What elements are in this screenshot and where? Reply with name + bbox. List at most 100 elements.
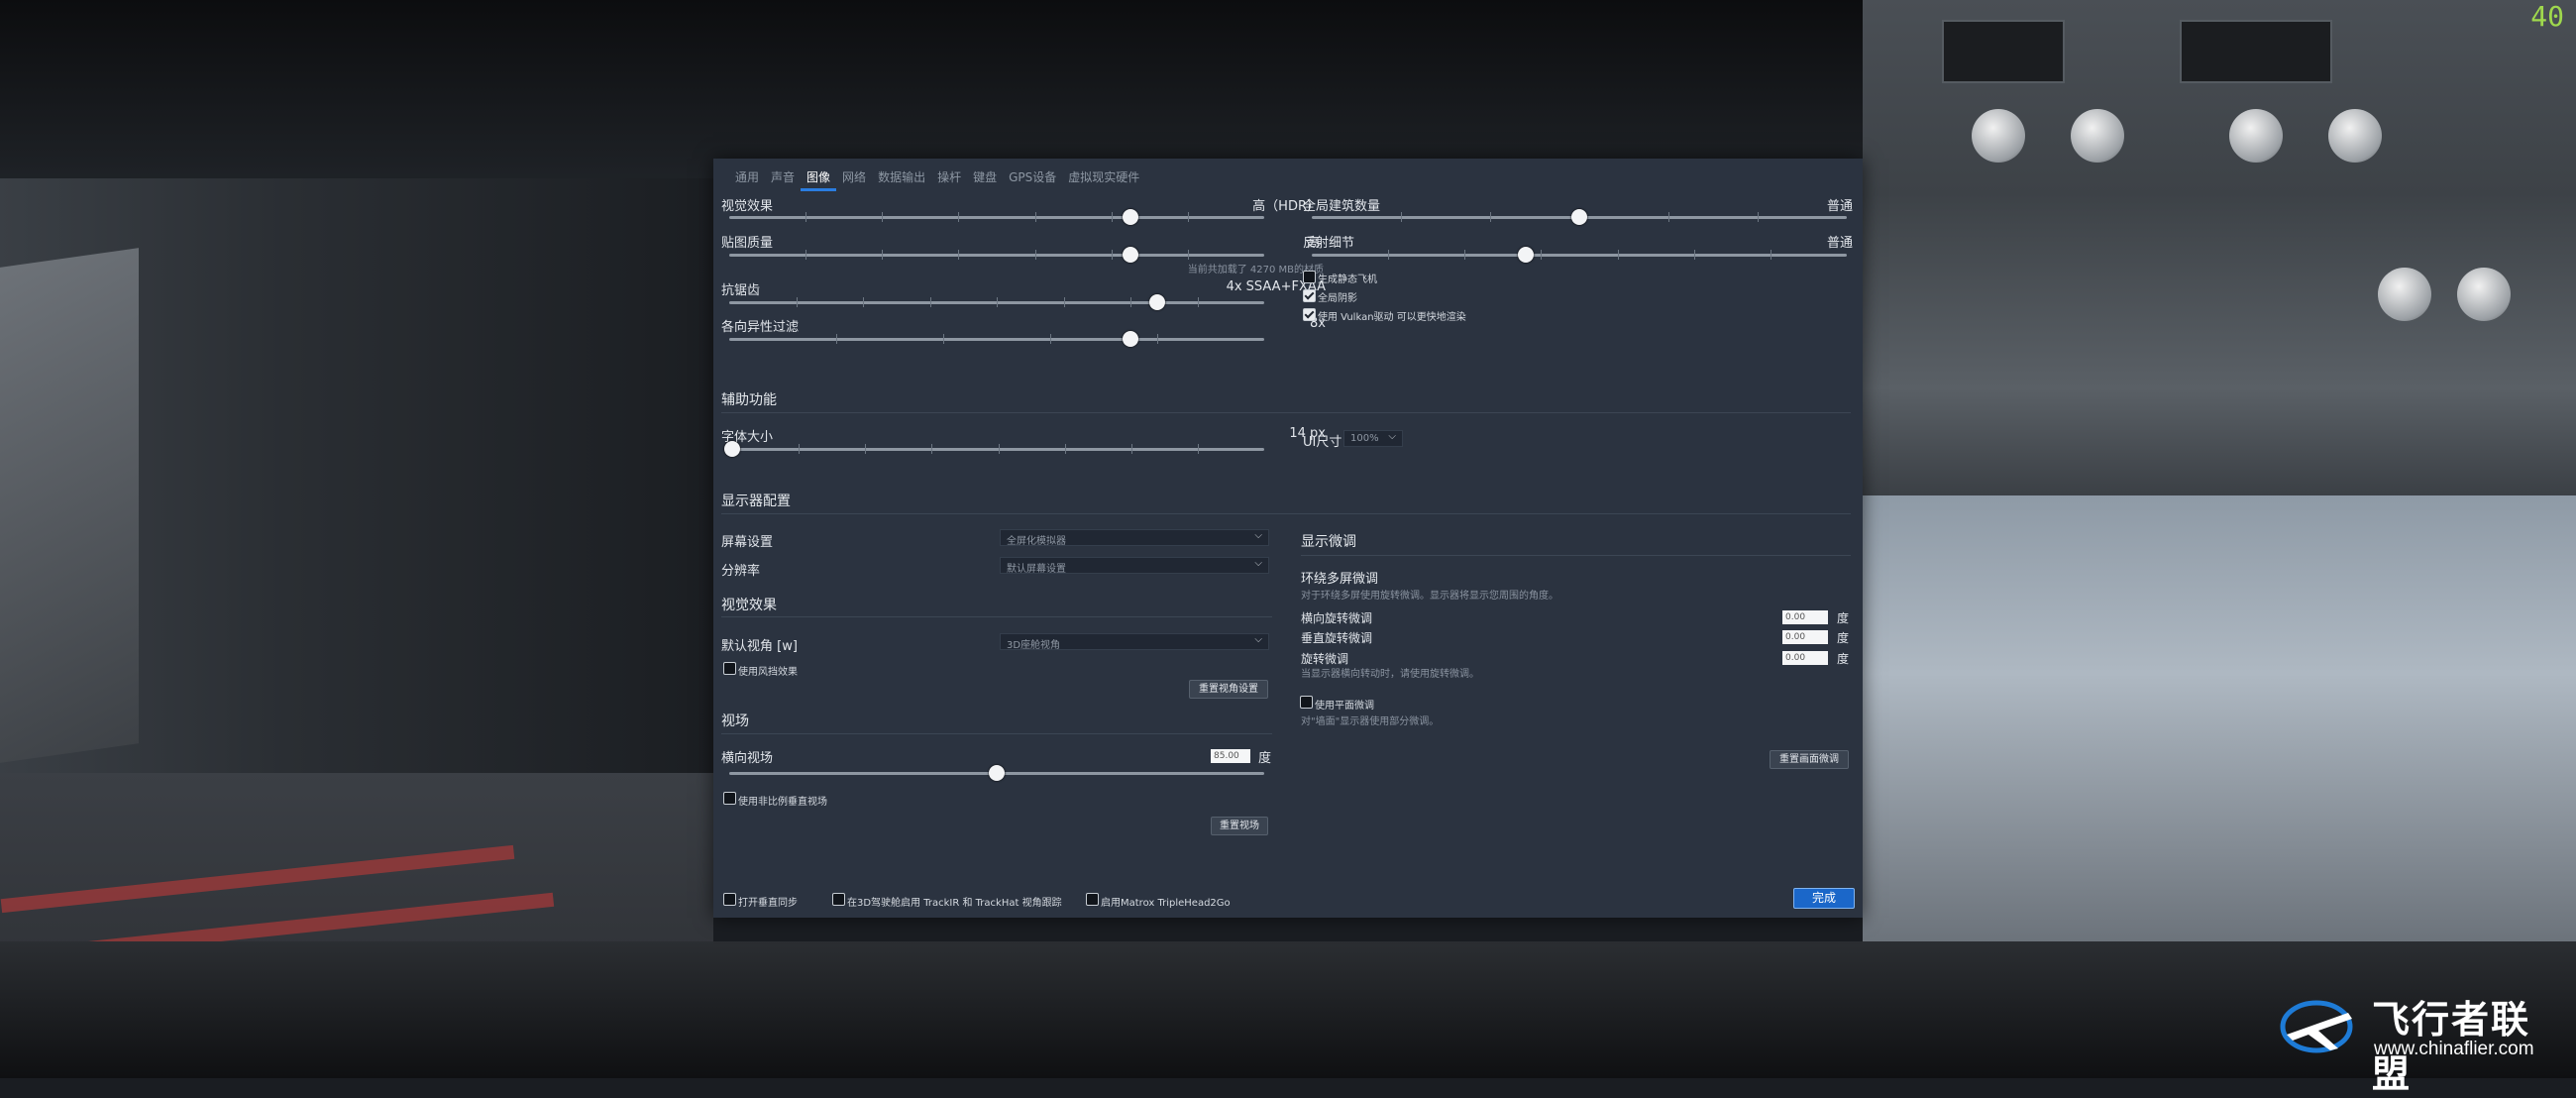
slider-tick — [799, 444, 801, 454]
trackir-checkbox[interactable] — [832, 893, 845, 906]
slider-thumb[interactable] — [1518, 247, 1534, 263]
done-button[interactable]: 完成 — [1793, 888, 1855, 909]
slider-tick — [958, 212, 960, 222]
fov-heading: 视场 — [721, 714, 749, 729]
anisotropic-slider[interactable] — [729, 331, 1264, 347]
reset-fine-tune-button[interactable]: 重置画面微调 — [1770, 750, 1849, 769]
divider — [721, 733, 1272, 734]
slider-track[interactable] — [729, 338, 1264, 341]
visual-effects-slider[interactable] — [729, 209, 1264, 225]
tab-keyboard[interactable]: 键盘 — [967, 165, 1003, 188]
ui-size-label: UI尺寸 — [1303, 435, 1342, 450]
slider-thumb[interactable] — [1571, 209, 1587, 225]
wind-effect-checkbox[interactable] — [723, 662, 736, 675]
tab-gps[interactable]: GPS设备 — [1003, 165, 1062, 188]
tab-data-output[interactable]: 数据输出 — [872, 165, 931, 188]
fov-unit: 度 — [1258, 751, 1272, 766]
tab-network[interactable]: 网络 — [836, 165, 872, 188]
slider-thumb[interactable] — [989, 765, 1005, 781]
slider-tick — [1401, 212, 1402, 222]
slider-tick — [1388, 250, 1390, 260]
slider-thumb[interactable] — [1149, 294, 1165, 310]
surround-heading: 环绕多屏微调 — [1301, 572, 1379, 587]
divider — [721, 412, 1851, 413]
resolution-select[interactable]: 默认屏幕设置 ⌵ — [1000, 557, 1269, 575]
flat-fine-tune-note: 对"墙面"显示器使用部分微调。 — [1301, 716, 1440, 727]
tab-vr[interactable]: 虚拟现实硬件 — [1062, 165, 1145, 188]
monitor-config-heading: 显示器配置 — [721, 494, 791, 509]
vertical-rotation-input[interactable]: 0.00 — [1782, 630, 1828, 644]
screen-setting-value: 全屏化模拟器 — [1007, 536, 1066, 547]
reset-fov-button[interactable]: 重置视场 — [1211, 817, 1268, 835]
slider-tick — [997, 297, 998, 307]
default-view-value: 3D座舱视角 — [1007, 640, 1061, 651]
horizontal-fov-slider[interactable] — [729, 765, 1264, 781]
trackir-label: 在3D驾驶舱启用 TrackIR 和 TrackHat 视角跟踪 — [847, 898, 1062, 909]
global-shadows-checkbox[interactable] — [1303, 289, 1316, 302]
nonproportional-fov-checkbox[interactable] — [723, 792, 736, 805]
slider-tick — [836, 334, 837, 344]
vsync-checkbox[interactable] — [723, 893, 736, 906]
slider-tick — [1541, 250, 1543, 260]
panel-knob — [2229, 109, 2283, 163]
reset-view-button[interactable]: 重置视角设置 — [1189, 680, 1268, 699]
screen-setting-select[interactable]: 全屏化模拟器 ⌵ — [1000, 529, 1269, 547]
slider-tick — [1464, 250, 1466, 260]
tab-graphics[interactable]: 图像 — [801, 165, 837, 191]
fine-tune-heading: 显示微调 — [1301, 534, 1356, 550]
slider-tick — [943, 334, 944, 344]
lateral-rotation-input[interactable]: 0.00 — [1782, 610, 1828, 624]
rotation-note: 当显示器横向转动时，请使用旋转微调。 — [1301, 669, 1479, 680]
watermark-url: www.chinaflier.com — [2374, 1039, 2534, 1059]
slider-tick — [1617, 250, 1619, 260]
slider-tick — [1187, 250, 1189, 260]
slider-tick — [1197, 297, 1199, 307]
chevron-down-icon: ⌵ — [1254, 530, 1262, 541]
slider-tick — [1111, 250, 1113, 260]
cockpit-left-pillar — [0, 248, 139, 763]
flat-fine-tune-checkbox[interactable] — [1300, 696, 1313, 709]
tab-sound[interactable]: 声音 — [765, 165, 801, 188]
fps-counter: 40 — [2530, 0, 2564, 33]
horizontal-fov-input[interactable]: 85.00 — [1211, 749, 1250, 763]
slider-track[interactable] — [1312, 254, 1847, 257]
antialiasing-value: 4x SSAA+FXAA — [1226, 279, 1326, 294]
slider-tick — [1050, 334, 1051, 344]
texture-memory-note: 当前共加载了 4270 MB的材质 — [1187, 265, 1324, 275]
panel-knob — [2328, 109, 2382, 163]
vulkan-label: 使用 Vulkan驱动 可以更快地渲染 — [1318, 312, 1466, 323]
tab-general[interactable]: 通用 — [729, 165, 765, 188]
slider-thumb[interactable] — [1123, 209, 1138, 225]
settings-dialog: 通用 声音 图像 网络 数据输出 操杆 键盘 GPS设备 虚拟现实硬件 视觉效果… — [713, 159, 1863, 918]
slider-tick — [865, 444, 867, 454]
font-size-slider[interactable] — [724, 441, 1264, 457]
global-shadows-label: 全局阴影 — [1318, 293, 1357, 304]
vulkan-checkbox[interactable] — [1303, 308, 1316, 321]
tab-joystick[interactable]: 操杆 — [931, 165, 967, 188]
resolution-label: 分辨率 — [721, 564, 761, 579]
slider-tick — [863, 297, 864, 307]
rotation-input[interactable]: 0.00 — [1782, 651, 1828, 665]
slider-thumb[interactable] — [724, 441, 740, 457]
slider-track[interactable] — [729, 254, 1264, 257]
flat-fine-tune-label: 使用平面微调 — [1315, 701, 1374, 712]
reflection-detail-slider[interactable] — [1312, 247, 1847, 263]
antialiasing-slider[interactable] — [729, 294, 1264, 310]
default-view-select[interactable]: 3D座舱视角 ⌵ — [1000, 633, 1269, 651]
nonproportional-fov-label: 使用非比例垂直视场 — [738, 797, 827, 808]
panel-knob — [2378, 268, 2431, 321]
tab-bar: 通用 声音 图像 网络 数据输出 操杆 键盘 GPS设备 虚拟现实硬件 — [713, 165, 1145, 191]
matrox-label: 启用Matrox TripleHead2Go — [1101, 898, 1231, 909]
static-aircraft-label: 生成静态飞机 — [1318, 274, 1377, 285]
slider-thumb[interactable] — [1123, 331, 1138, 347]
ui-size-select[interactable]: 100% ⌵ — [1343, 430, 1403, 447]
panel-display — [2180, 20, 2332, 83]
slider-tick — [1187, 212, 1189, 222]
static-aircraft-checkbox[interactable] — [1303, 271, 1316, 283]
matrox-checkbox[interactable] — [1086, 893, 1099, 906]
vertical-rotation-unit: 度 — [1837, 631, 1850, 645]
slider-tick — [931, 444, 933, 454]
slider-track[interactable] — [729, 216, 1264, 219]
slider-tick — [1034, 250, 1036, 260]
world-objects-slider[interactable] — [1312, 209, 1847, 225]
